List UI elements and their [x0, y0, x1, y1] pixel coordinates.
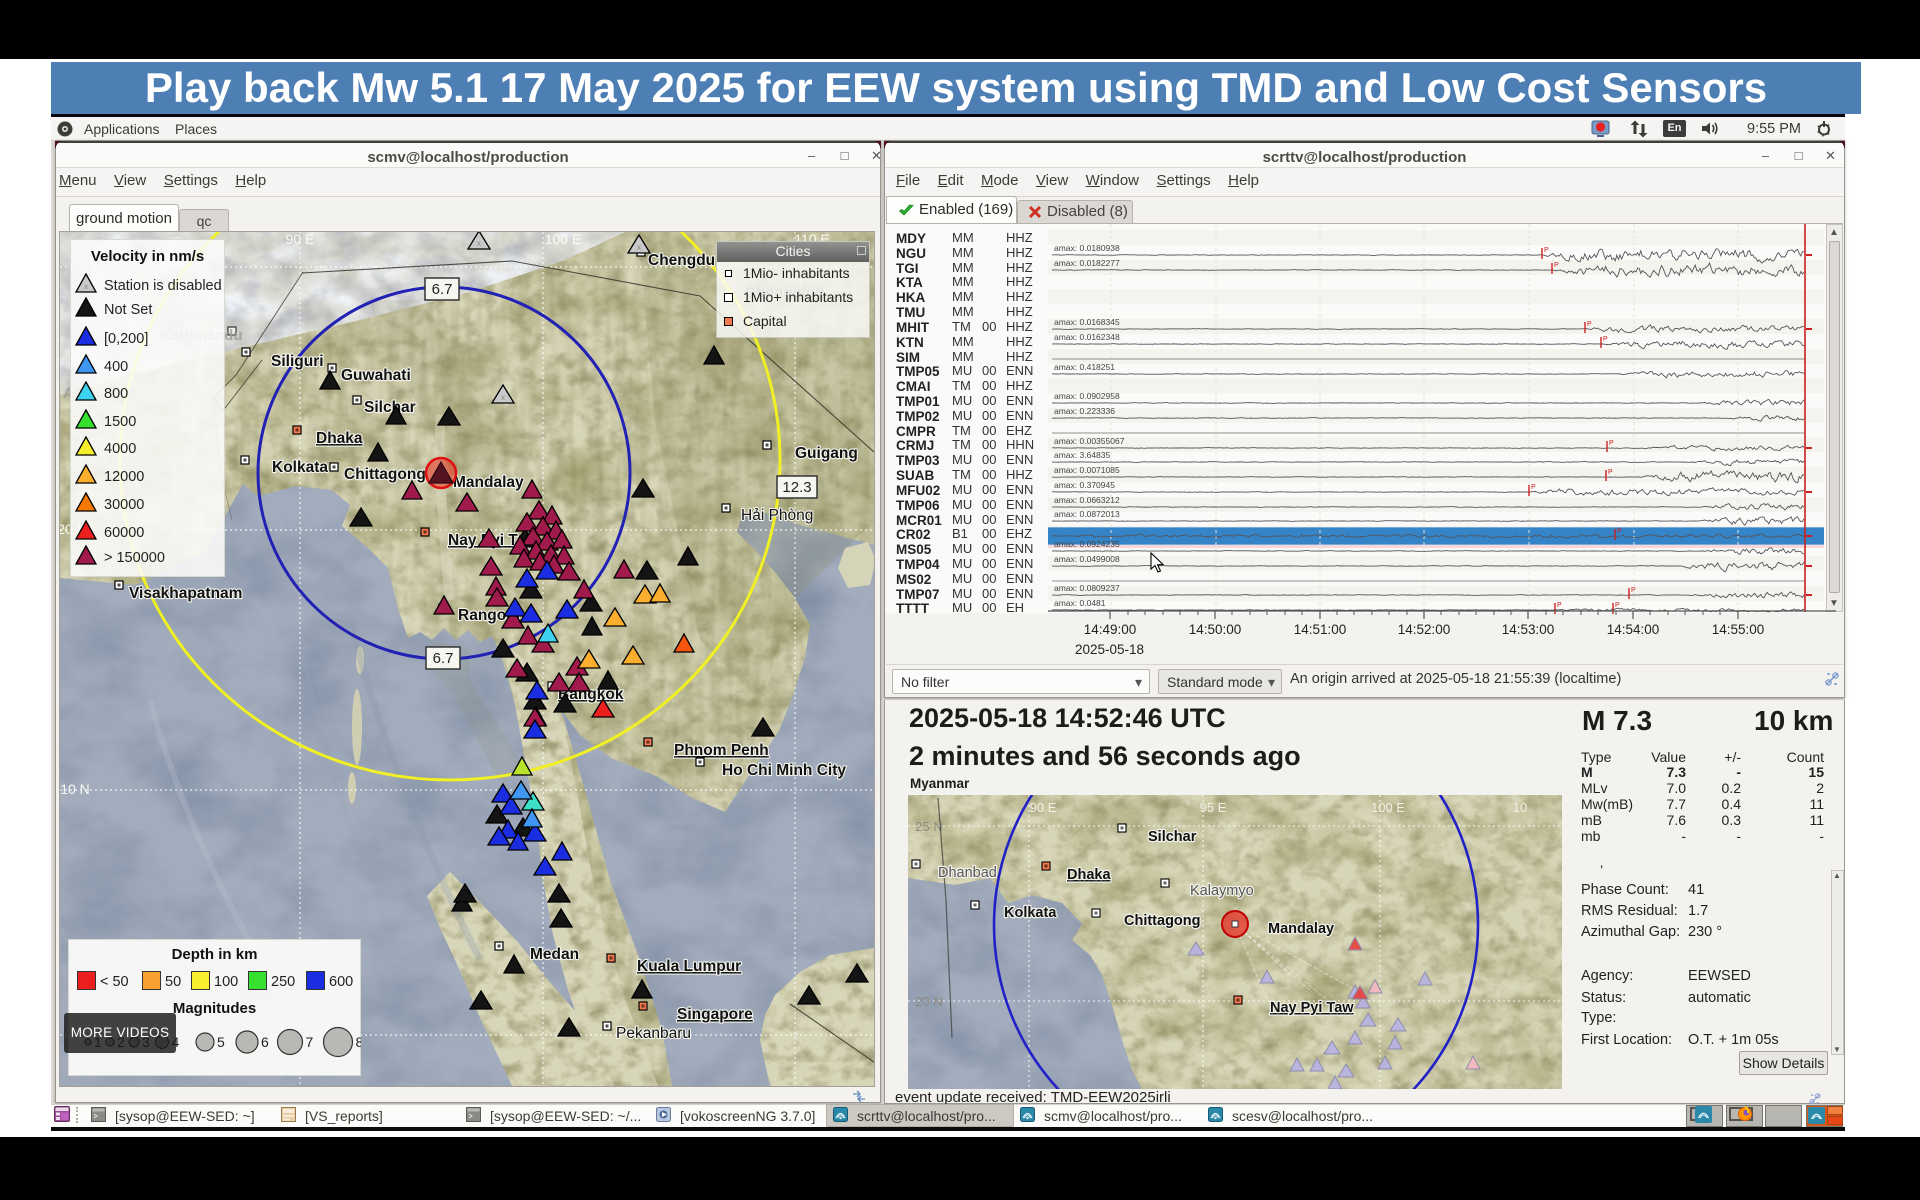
svg-text:12000: 12000 [104, 469, 144, 485]
svg-text:Dhaka: Dhaka [1067, 867, 1111, 883]
svg-text:800: 800 [104, 386, 128, 402]
svg-text:amax: 0.0499008: amax: 0.0499008 [1054, 554, 1120, 564]
svg-text:Silchar: Silchar [1148, 829, 1197, 845]
svg-text:25 N: 25 N [915, 819, 942, 834]
svg-text:Guwahati: Guwahati [341, 367, 411, 384]
svg-text:90 E: 90 E [286, 232, 315, 247]
svg-text:10: 10 [1513, 800, 1527, 815]
svg-text:Medan: Medan [530, 946, 579, 963]
svg-text:amax: 0.0809237: amax: 0.0809237 [1054, 583, 1120, 593]
svg-text:x: x [477, 239, 481, 248]
svg-text:P: P [1554, 262, 1559, 269]
svg-text:Mandalay: Mandalay [1268, 921, 1334, 937]
svg-text:6: 6 [261, 1034, 269, 1050]
svg-text:Phnom Penh: Phnom Penh [674, 742, 769, 759]
svg-text:14:49:00: 14:49:00 [1084, 622, 1137, 637]
svg-text:P: P [1544, 247, 1549, 254]
svg-text:14:50:00: 14:50:00 [1189, 622, 1242, 637]
svg-text:Chittagong: Chittagong [344, 466, 426, 483]
svg-text:amax: 0.0902958: amax: 0.0902958 [1054, 391, 1120, 401]
svg-text:Kolkata: Kolkata [1004, 905, 1057, 921]
svg-text:P: P [1587, 321, 1592, 328]
svg-text:100 E: 100 E [545, 232, 582, 247]
svg-text:4000: 4000 [104, 441, 136, 457]
svg-text:14:51:00: 14:51:00 [1294, 622, 1347, 637]
svg-text:Chittagong: Chittagong [1124, 913, 1201, 929]
svg-text:amax: 0.0182277: amax: 0.0182277 [1054, 258, 1120, 268]
svg-text:Station is disabled: Station is disabled [104, 278, 222, 294]
svg-text:Visakhapatnam: Visakhapatnam [129, 585, 242, 602]
svg-text:amax: 0.223336: amax: 0.223336 [1054, 406, 1115, 416]
svg-text:[0,200]: [0,200] [104, 331, 148, 347]
svg-text:amax: 0.0180938: amax: 0.0180938 [1054, 243, 1120, 253]
svg-text:14:52:00: 14:52:00 [1398, 622, 1451, 637]
svg-text:Singapore: Singapore [677, 1006, 753, 1023]
svg-text:P: P [1608, 469, 1613, 476]
svg-text:60000: 60000 [104, 525, 144, 541]
svg-text:8: 8 [356, 1034, 362, 1050]
svg-text:P: P [1603, 336, 1608, 343]
svg-text:x: x [637, 243, 641, 252]
svg-text:Kolkata: Kolkata [272, 459, 328, 476]
svg-text:Kuala Lumpur: Kuala Lumpur [637, 958, 741, 975]
svg-text:Silchar: Silchar [364, 399, 416, 416]
svg-text:amax: 0.0924235: amax: 0.0924235 [1054, 539, 1120, 549]
svg-text:14:55:00: 14:55:00 [1712, 622, 1765, 637]
svg-text:12.3: 12.3 [782, 479, 811, 496]
svg-text:6.7: 6.7 [432, 281, 453, 298]
svg-text:14:54:00: 14:54:00 [1607, 622, 1660, 637]
svg-text:2025-05-18: 2025-05-18 [1075, 642, 1144, 657]
svg-text:100 E: 100 E [1371, 800, 1405, 815]
svg-text:30000: 30000 [104, 497, 144, 513]
svg-text:400: 400 [104, 359, 128, 375]
svg-text:amax: 3.64835: amax: 3.64835 [1054, 450, 1111, 460]
svg-text:P: P [1531, 484, 1536, 491]
svg-text:90 E: 90 E [1030, 800, 1057, 815]
svg-text:x: x [501, 393, 505, 402]
svg-text:Kalaymyo: Kalaymyo [1190, 883, 1254, 899]
svg-text:7: 7 [306, 1034, 314, 1050]
svg-text:6.7: 6.7 [433, 650, 454, 667]
svg-text:5: 5 [217, 1034, 225, 1050]
svg-text:14:53:00: 14:53:00 [1502, 622, 1555, 637]
svg-text:95 E: 95 E [1200, 800, 1227, 815]
svg-text:Ho Chi Minh City: Ho Chi Minh City [722, 762, 846, 779]
svg-text:P: P [1557, 602, 1562, 609]
svg-text:amax: 0.370945: amax: 0.370945 [1054, 480, 1115, 490]
svg-text:10 N: 10 N [60, 781, 90, 797]
svg-text:1500: 1500 [104, 414, 136, 430]
svg-text:amax: 0.0168345: amax: 0.0168345 [1054, 317, 1120, 327]
svg-text:Pekanbaru: Pekanbaru [616, 1025, 691, 1042]
svg-text:amax: 0.0663212: amax: 0.0663212 [1054, 495, 1120, 505]
svg-text:amax: 0.0162348: amax: 0.0162348 [1054, 332, 1120, 342]
svg-text:Dhaka: Dhaka [316, 430, 363, 447]
svg-text:> 150000: > 150000 [104, 550, 165, 566]
svg-text:P: P [1617, 528, 1622, 535]
svg-text:amax: 0.418251: amax: 0.418251 [1054, 362, 1115, 372]
svg-text:Chengdu: Chengdu [648, 252, 715, 269]
svg-text:Guigang: Guigang [795, 445, 858, 462]
svg-text:20 N: 20 N [915, 994, 942, 1009]
svg-text:Nay Pyi Taw: Nay Pyi Taw [1270, 1000, 1354, 1016]
svg-text:P: P [1609, 440, 1614, 447]
svg-text:P: P [1615, 602, 1620, 609]
svg-text:amax: 0.0071085: amax: 0.0071085 [1054, 465, 1120, 475]
svg-text:x: x [84, 282, 88, 291]
svg-text:amax: 0.0872013: amax: 0.0872013 [1054, 509, 1120, 519]
svg-text:amax: 0.0481: amax: 0.0481 [1054, 598, 1106, 608]
svg-text:Dhanbad: Dhanbad [938, 865, 997, 881]
svg-text:Mandalay: Mandalay [453, 474, 524, 491]
svg-text:P: P [1631, 587, 1636, 594]
svg-text:Siliguri: Siliguri [271, 353, 324, 370]
svg-text:Not Set: Not Set [104, 302, 152, 318]
svg-text:amax: 0.00355067: amax: 0.00355067 [1054, 436, 1125, 446]
svg-text:Hải Phòng: Hải Phòng [741, 507, 813, 524]
